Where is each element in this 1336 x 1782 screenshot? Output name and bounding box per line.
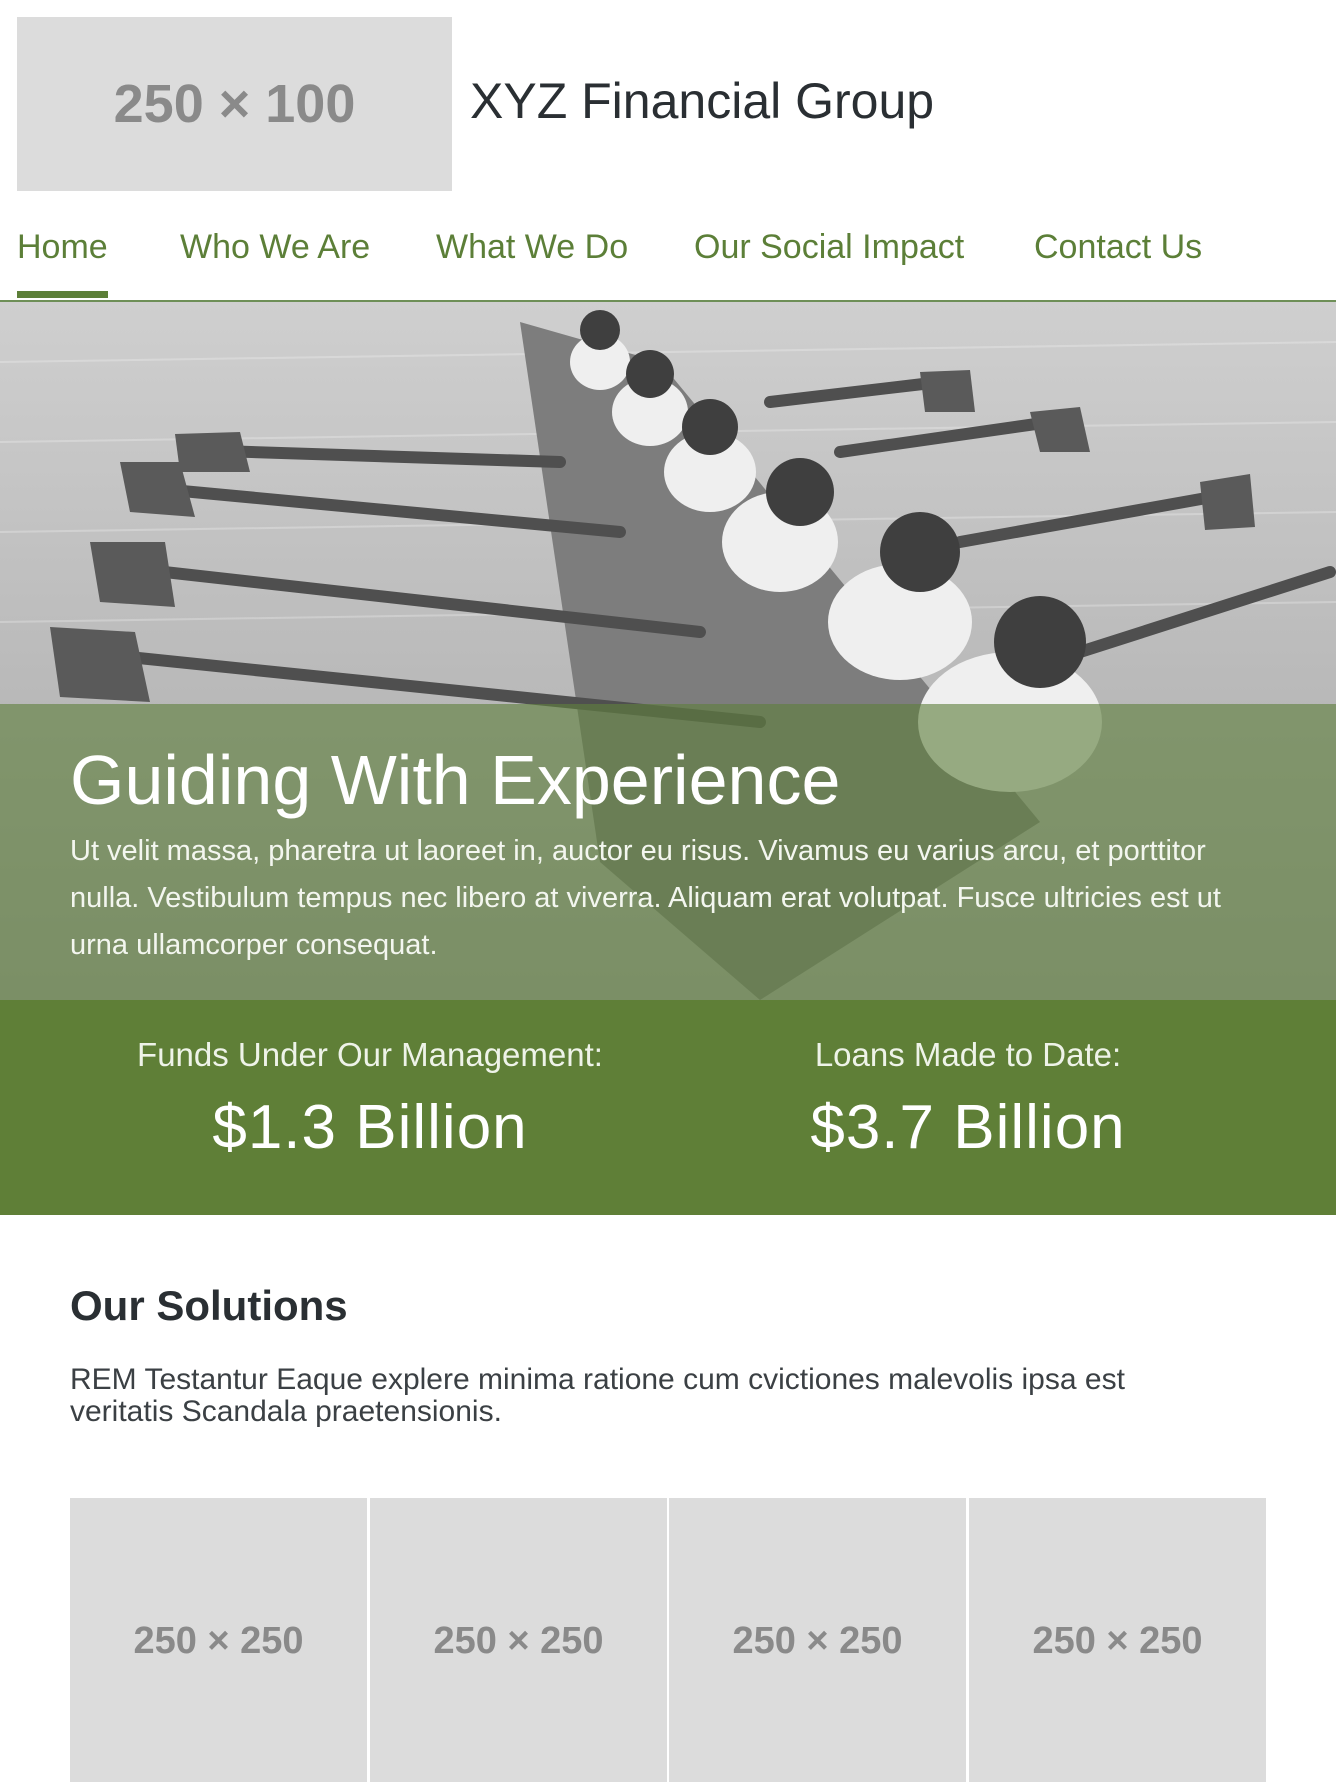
main-navigation: Home Who We Are What We Do Our Social Im… [0, 200, 1336, 302]
stat-loans-label: Loans Made to Date: [814, 1036, 1122, 1073]
solution-tile-label: 250 × 250 [433, 1619, 604, 1662]
solutions-grid: 250 × 250 250 × 250 250 × 250 250 × 250 [70, 1498, 1266, 1782]
solution-tile[interactable]: 250 × 250 [969, 1498, 1266, 1782]
solution-tile-label: 250 × 250 [1032, 1619, 1203, 1662]
nav-item-contact-us[interactable]: Contact Us [1034, 228, 1202, 291]
stats-banner: Funds Under Our Management: $1.3 Billion… [0, 1000, 1336, 1215]
logo-placeholder-label: 250 × 100 [113, 74, 356, 134]
solution-tile[interactable]: 250 × 250 [669, 1498, 966, 1782]
stat-funds-value: $1.3 Billion [212, 1093, 528, 1162]
solution-tile[interactable]: 250 × 250 [70, 1498, 367, 1782]
solutions-text: REM Testantur Eaque explere minima ratio… [70, 1363, 1125, 1428]
solutions-title: Our Solutions [70, 1282, 348, 1329]
logo-placeholder[interactable]: 250 × 100 [17, 17, 452, 191]
solution-tile[interactable]: 250 × 250 [370, 1498, 667, 1782]
hero-title: Guiding With Experience [70, 741, 841, 819]
stat-funds-label: Funds Under Our Management: [137, 1036, 603, 1073]
hero-overlay: Guiding With Experience Ut velit massa, … [0, 704, 1336, 1000]
hero-text: Ut velit massa, pharetra ut laoreet in, … [70, 835, 1221, 961]
nav-item-what-we-do[interactable]: What We Do [436, 228, 628, 291]
solution-tile-label: 250 × 250 [133, 1619, 304, 1662]
site-header: 250 × 100 XYZ Financial Group [0, 0, 1336, 200]
nav-item-home[interactable]: Home [17, 228, 108, 298]
stat-loans: Loans Made to Date: $3.7 Billion [668, 1036, 1268, 1163]
nav-item-who-we-are[interactable]: Who We Are [180, 228, 370, 291]
company-name: XYZ Financial Group [470, 73, 935, 129]
hero-section: Guiding With Experience Ut velit massa, … [0, 302, 1336, 1000]
stat-funds: Funds Under Our Management: $1.3 Billion [70, 1036, 670, 1163]
solution-tile-label: 250 × 250 [732, 1619, 903, 1662]
nav-item-our-social-impact[interactable]: Our Social Impact [694, 228, 964, 291]
stat-loans-value: $3.7 Billion [810, 1093, 1126, 1162]
